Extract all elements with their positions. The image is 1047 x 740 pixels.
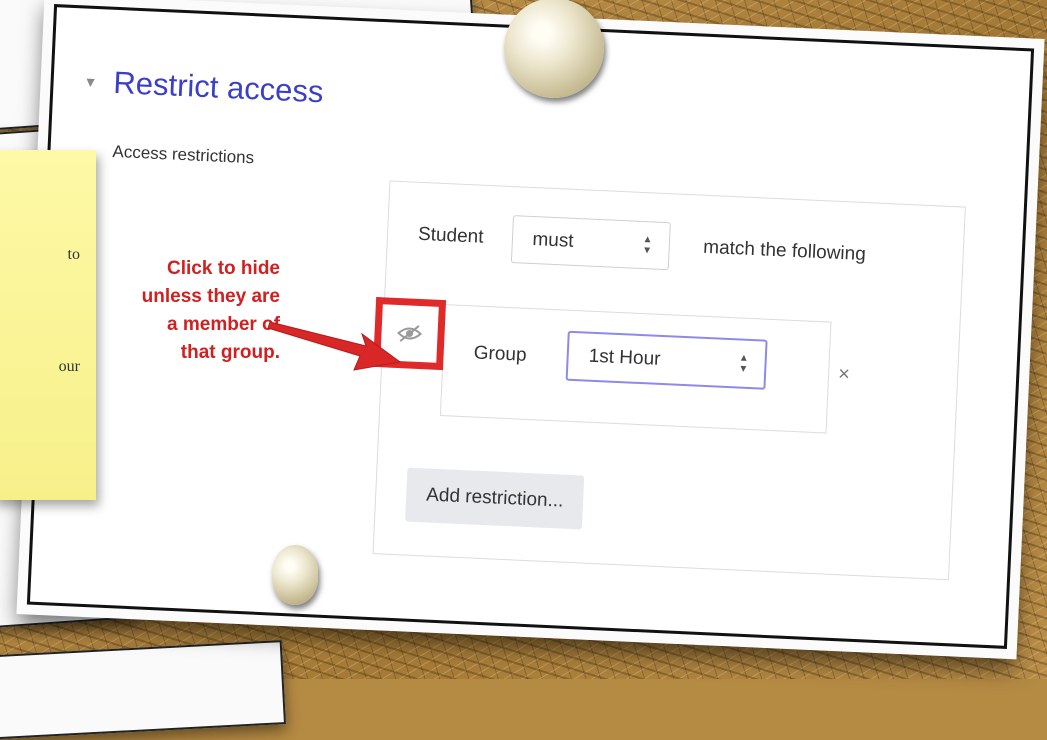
- group-condition-box: Group 1st Hour ▲ ▼ ×: [373, 296, 850, 434]
- push-pin-icon: [272, 545, 318, 605]
- push-pin-icon: [504, 0, 604, 98]
- restriction-set-box: Student must ▲ ▼ match the following Grou…: [372, 180, 966, 581]
- restrict-access-header[interactable]: ▼ Restrict access: [83, 63, 324, 110]
- annotation-line: Click to hide: [167, 258, 280, 279]
- annotation-line: that group.: [180, 342, 280, 363]
- add-restriction-button[interactable]: Add restriction...: [405, 467, 585, 530]
- remove-condition-icon[interactable]: ×: [838, 363, 851, 387]
- annotation-text: Click to hide unless they are a member o…: [60, 255, 280, 367]
- student-label: Student: [417, 223, 484, 248]
- select-arrows-icon: ▲ ▼: [641, 234, 653, 257]
- collapse-caret-icon[interactable]: ▼: [83, 73, 98, 90]
- annotation-line: a member of: [167, 314, 280, 335]
- group-select-value: 1st Hour: [588, 345, 661, 370]
- must-select-value: must: [531, 229, 575, 252]
- section-title[interactable]: Restrict access: [113, 65, 325, 110]
- group-label: Group: [473, 342, 527, 366]
- background-paper: [0, 640, 286, 740]
- must-select[interactable]: must ▲ ▼: [510, 215, 671, 271]
- access-restrictions-label: Access restrictions: [112, 141, 255, 168]
- student-row: Student must ▲ ▼ match the following: [417, 211, 867, 279]
- match-following-label: match the following: [702, 236, 867, 266]
- group-select[interactable]: 1st Hour ▲ ▼: [565, 330, 768, 390]
- annotation-arrow-icon: [267, 321, 402, 371]
- select-arrows-icon: ▲ ▼: [738, 352, 750, 375]
- annotation-line: unless they are: [141, 286, 280, 307]
